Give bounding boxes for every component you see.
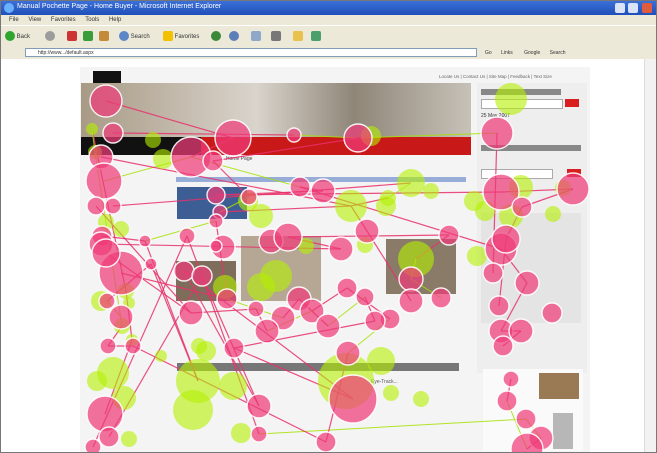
menu-tools[interactable]: Tools <box>85 15 99 25</box>
address-input[interactable]: http://www.../default.aspx <box>25 48 477 57</box>
sidebar-widget-head <box>481 89 561 95</box>
menu-help[interactable]: Help <box>109 15 121 25</box>
sidebar-list <box>481 213 581 323</box>
refresh-icon <box>83 31 93 42</box>
print-icon <box>271 31 281 42</box>
back-button[interactable]: Back <box>5 30 30 44</box>
site-logo[interactable] <box>93 71 121 83</box>
favorites-icon <box>163 31 173 42</box>
right-sidebar: 25 May 2007 <box>477 83 587 373</box>
content-photo-1[interactable] <box>177 187 247 219</box>
content-photo-2[interactable] <box>176 261 236 301</box>
ie-icon <box>4 3 14 13</box>
menu-bar: File View Favorites Tools Help <box>1 15 656 25</box>
favorites-button[interactable]: Favorites <box>163 30 199 44</box>
close-button[interactable] <box>642 3 652 13</box>
menu-view[interactable]: View <box>28 15 41 25</box>
refresh-button[interactable] <box>83 30 93 44</box>
content-header <box>176 177 466 182</box>
stop-icon <box>67 31 77 42</box>
print-button[interactable] <box>271 30 281 44</box>
minimize-button[interactable] <box>614 3 625 13</box>
search-icon <box>119 31 129 42</box>
nav-bar-dark <box>81 137 201 155</box>
stop-button[interactable] <box>67 30 77 44</box>
browser-window: Manual Pochette Page - Home Buyer - Micr… <box>0 0 657 453</box>
browser-toolbar: Back Search Favorites <box>1 25 656 48</box>
mail-button[interactable] <box>251 30 261 44</box>
mail-icon <box>251 31 261 42</box>
back-icon <box>5 31 15 42</box>
section-head-2 <box>321 363 459 371</box>
section-head-1 <box>177 363 327 371</box>
sidebar-widget-head-2 <box>481 145 581 151</box>
search-button[interactable]: Search <box>119 30 150 44</box>
sidebar-search-input[interactable] <box>481 169 553 179</box>
address-right: Go Links Google Search <box>485 48 566 58</box>
discuss-icon <box>311 31 321 42</box>
edit-icon <box>293 31 303 42</box>
history-button[interactable] <box>229 30 239 44</box>
sidebar-search-button[interactable] <box>567 169 581 177</box>
header-banner <box>81 83 471 139</box>
promo-heading[interactable]: Eye-Track... <box>371 379 398 385</box>
edit-button[interactable] <box>293 30 303 44</box>
promo-box <box>483 369 583 451</box>
home-button[interactable] <box>99 30 109 44</box>
promo-image[interactable] <box>539 373 579 399</box>
top-links[interactable]: Locate Us | Contact Us | Site Map | Feed… <box>439 74 552 79</box>
nav-bar <box>81 137 471 155</box>
sidebar-date: 25 May 2007 <box>481 113 510 119</box>
menu-favorites[interactable]: Favorites <box>51 15 76 25</box>
google-toolbar[interactable]: Google <box>524 50 540 56</box>
sidebar-go-button[interactable] <box>565 99 579 107</box>
promo-image-2[interactable] <box>553 413 573 449</box>
content-photo-3[interactable] <box>241 236 321 301</box>
google-search-button[interactable]: Search <box>550 50 566 56</box>
window-controls <box>613 3 652 15</box>
home-icon <box>99 31 109 42</box>
forward-icon <box>45 31 55 42</box>
forward-button[interactable] <box>45 30 55 44</box>
links-button[interactable]: Links <box>501 50 513 56</box>
history-icon <box>229 31 239 42</box>
breadcrumb[interactable]: Home Page <box>226 156 252 162</box>
discuss-button[interactable] <box>311 30 321 44</box>
content-photo-4[interactable] <box>386 239 456 294</box>
title-bar: Manual Pochette Page - Home Buyer - Micr… <box>1 1 656 15</box>
maximize-button[interactable] <box>628 3 639 13</box>
window-title: Manual Pochette Page - Home Buyer - Micr… <box>17 3 222 10</box>
go-button[interactable]: Go <box>485 50 492 56</box>
menu-file[interactable]: File <box>9 15 19 25</box>
media-icon <box>211 31 221 42</box>
sidebar-select[interactable] <box>481 99 563 109</box>
vertical-scrollbar[interactable] <box>644 59 656 452</box>
media-button[interactable] <box>211 30 221 44</box>
